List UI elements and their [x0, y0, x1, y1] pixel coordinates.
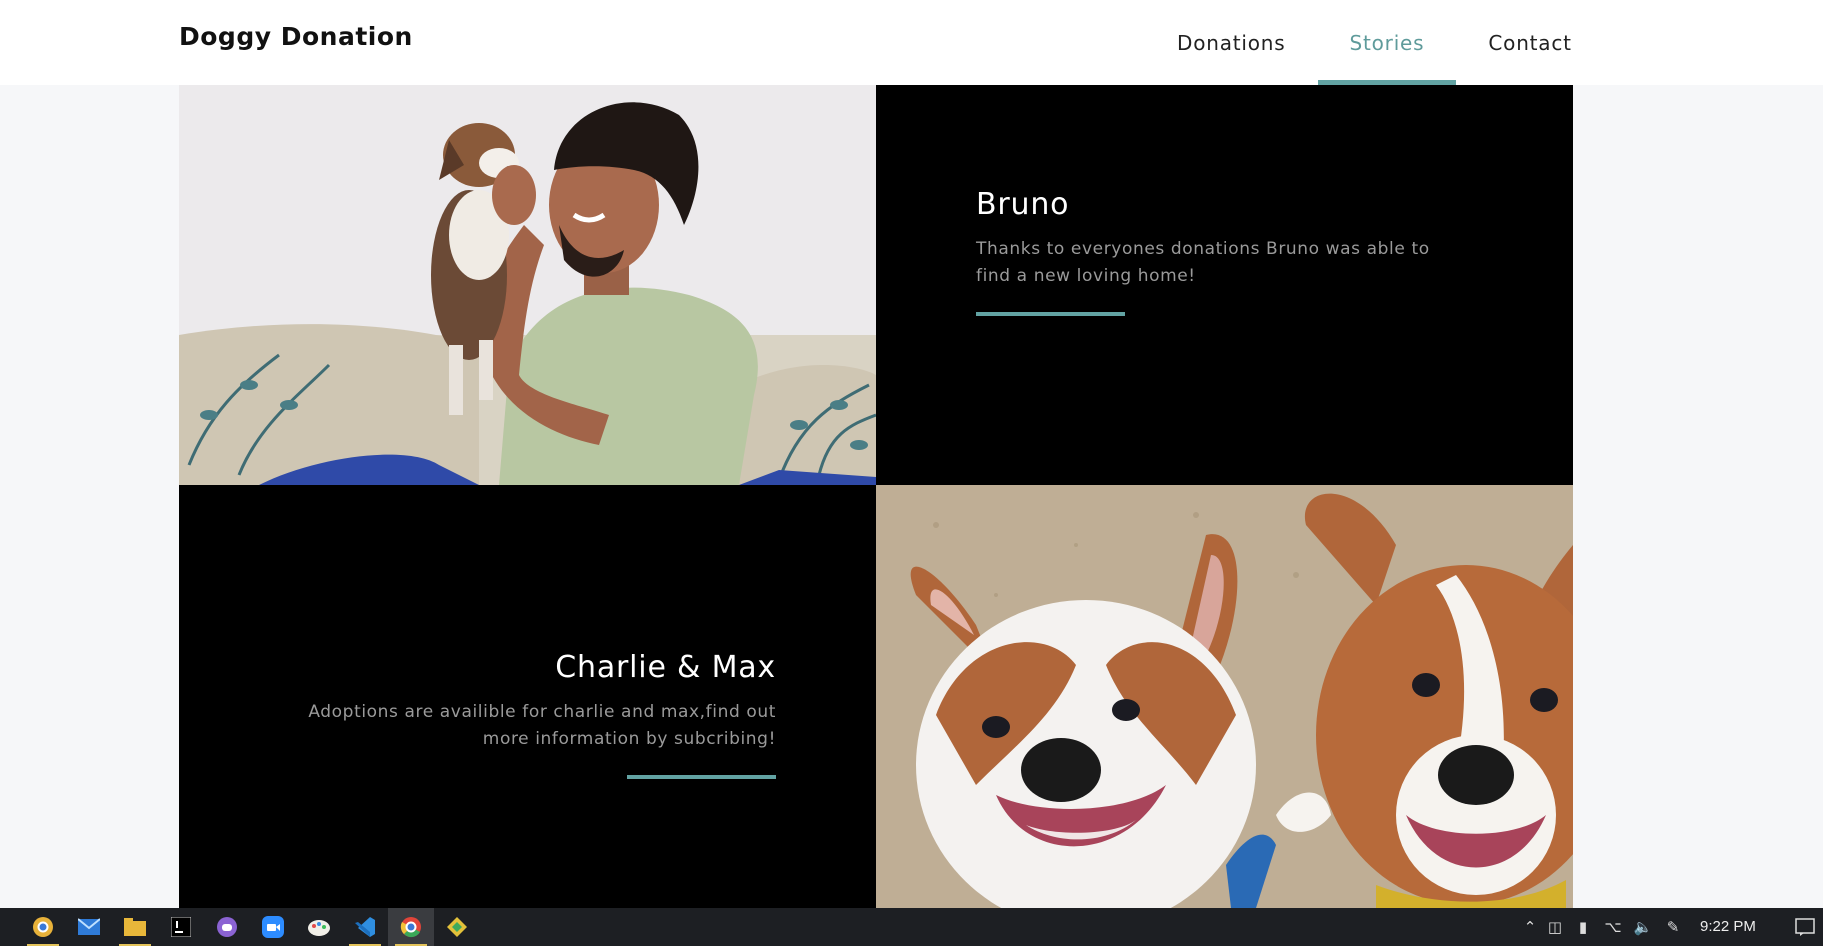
wifi-icon[interactable]: ⌥: [1598, 918, 1628, 936]
battery-icon[interactable]: ▮: [1568, 918, 1598, 936]
bruno-story-panel: Bruno Thanks to everyones donations Brun…: [876, 85, 1573, 485]
story-accent-rule: [976, 312, 1125, 316]
mail-icon[interactable]: [66, 908, 112, 946]
man-with-puppy-photo: [179, 85, 876, 485]
story-text: Thanks to everyones donations Bruno was …: [976, 239, 1430, 286]
corgis-photo: [876, 485, 1573, 908]
nav-stories[interactable]: Stories: [1317, 0, 1457, 85]
notifications-icon[interactable]: [1782, 908, 1823, 946]
intellij-icon[interactable]: [158, 908, 204, 946]
device-icon[interactable]: ◫: [1542, 918, 1568, 936]
charlie-max-story: Charlie & Max Adoptions are availible fo…: [256, 650, 776, 779]
discord-icon[interactable]: [204, 908, 250, 946]
zoom-icon[interactable]: [250, 908, 296, 946]
nav-contact[interactable]: Contact: [1456, 0, 1603, 85]
paint-icon[interactable]: [296, 908, 342, 946]
file-explorer-icon[interactable]: [112, 908, 158, 946]
chrome-canary-icon[interactable]: [20, 908, 66, 946]
nav-donations[interactable]: Donations: [1145, 0, 1318, 85]
site-header: Doggy Donation Donations Stories Contact: [0, 0, 1823, 85]
volume-icon[interactable]: 🔈: [1628, 918, 1658, 936]
system-tray: ⌃ ◫ ▮ ⌥ 🔈 ✎: [1518, 908, 1688, 946]
pen-icon[interactable]: ✎: [1658, 918, 1688, 936]
stories-grid: Bruno Thanks to everyones donations Brun…: [179, 85, 1573, 908]
main-nav: Donations Stories Contact: [1145, 0, 1604, 85]
taskbar-clock[interactable]: 9:22 PM: [1700, 918, 1756, 935]
charlie-max-story-panel: Charlie & Max Adoptions are availible fo…: [179, 485, 876, 908]
story-accent-rule: [627, 775, 776, 779]
bruno-story: Bruno Thanks to everyones donations Brun…: [976, 187, 1446, 316]
story-text: Adoptions are availible for charlie and …: [308, 702, 776, 749]
chevron-up-icon[interactable]: ⌃: [1518, 918, 1542, 936]
os-taskbar: ⌃ ◫ ▮ ⌥ 🔈 ✎ 9:22 PM: [0, 908, 1823, 946]
chrome-icon[interactable]: [388, 908, 434, 946]
story-title: Charlie & Max: [555, 650, 776, 685]
git-kraken-icon[interactable]: [434, 908, 480, 946]
story-title: Bruno: [976, 187, 1070, 222]
brand-logo[interactable]: Doggy Donation: [179, 22, 413, 51]
vscode-icon[interactable]: [342, 908, 388, 946]
